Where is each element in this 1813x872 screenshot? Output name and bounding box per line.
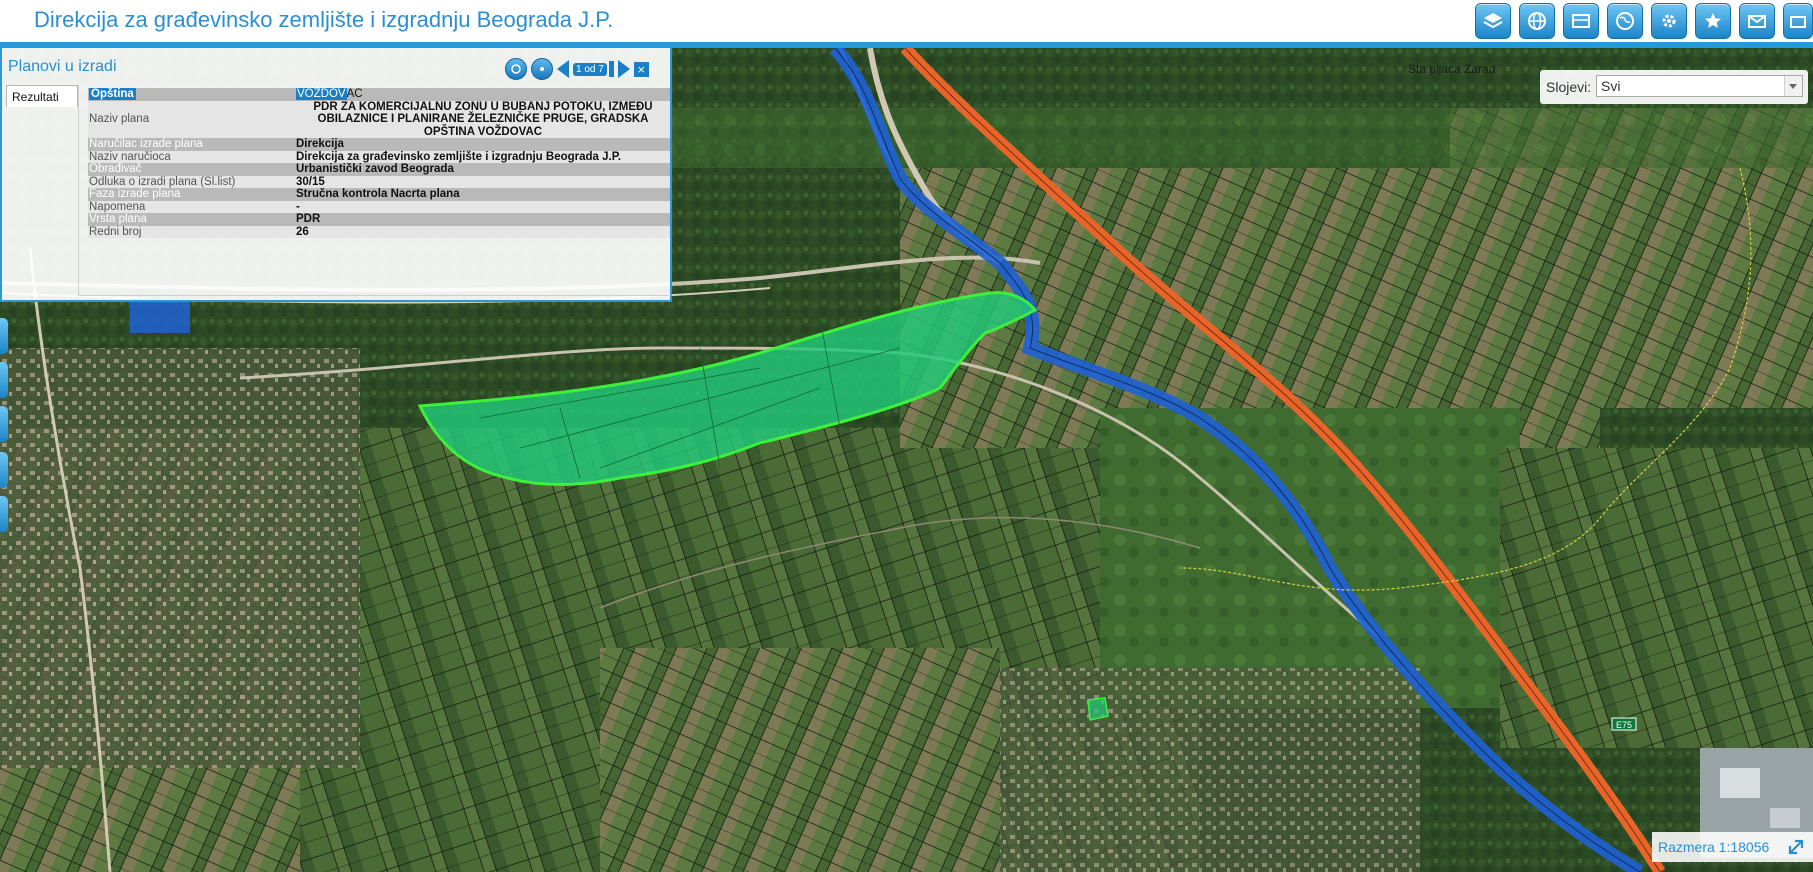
left-tool-tab-5[interactable] [0,496,8,532]
main-toolbar [1475,3,1813,39]
map-sheet-button[interactable] [1563,3,1599,39]
expand-icon[interactable] [1787,838,1805,856]
pager-separator [608,61,614,77]
layers-control: Slojevi: Svi [1540,70,1808,104]
scale-text: Razmera 1:18056 [1658,839,1770,855]
close-panel-button[interactable]: × [633,61,649,77]
tools-button[interactable] [1651,3,1687,39]
mail-icon [1748,15,1766,28]
left-tool-tab-1[interactable] [0,318,8,354]
left-tool-tab-3[interactable] [0,406,8,442]
attr-key-faza: Faza izrade plana [89,188,181,200]
chevron-down-icon[interactable] [1784,76,1802,96]
app-title: Direkcija za građevinsko zemljište i izg… [34,7,614,32]
next-result-arrow-icon[interactable] [617,60,630,78]
attr-key-redni-broj: Redni broj [89,225,142,238]
layers-selected-value: Svi [1601,78,1621,94]
table-row: Naziv naručioca Direkcija za građevinsko… [88,150,670,163]
left-tool-tab-4[interactable] [0,452,8,488]
attr-value-opstina-rest: AC [346,88,363,100]
table-row: Odluka o izradi plana (Sl.list) 30/15 [88,175,670,188]
attr-key-vrsta-plana: Vrsta plana [89,213,147,225]
globe-button[interactable] [1519,3,1555,39]
attr-value-vrsta-plana: PDR [296,213,321,225]
attr-key-napomena: Napomena [89,200,146,213]
panel-title: Planovi u izradi [8,58,117,75]
tools-icon [1662,14,1676,28]
attr-key-obradjivac: Obrađivač [89,163,142,175]
layers-button[interactable] [1475,3,1511,39]
star-icon [1705,13,1721,28]
pan-icon [540,67,544,71]
table-row: Naziv plana PDR ZA KOMERCIJALNU ZONU U B… [88,100,670,138]
map-place-label: Sta pijaca Zarad [1408,62,1496,76]
pan-to-button[interactable] [531,58,553,80]
table-row: Napomena - [88,200,670,213]
world-button[interactable] [1607,3,1643,39]
attr-value-faza: Stručna kontrola Nacrta plana [296,188,460,200]
attr-key-naziv-narucioca: Naziv naručioca [89,150,171,163]
attr-value-napomena: - [296,200,300,213]
attr-value-redni-broj: 26 [296,225,309,238]
attr-key-opstina: Opština [89,88,136,100]
app-header: Direkcija za građevinsko zemljište i izg… [0,0,1813,48]
table-row: Opština VOŽDOVAC [88,88,670,101]
attr-value-naziv-narucioca: Direkcija za građevinsko zemljište i izg… [296,150,622,163]
more-icon [1790,16,1806,28]
zoom-to-button[interactable] [505,58,527,80]
plans-panel: Planovi u izradi 1 od 7 × Rezultati Opšt… [0,48,672,302]
result-pager: 1 od 7 × [505,58,649,80]
attr-value-naziv-plana: PDR ZA KOMERCIJALNU ZONU U BUBANJ POTOKU… [313,100,653,138]
layers-icon [1483,13,1503,29]
mail-button[interactable] [1739,3,1775,39]
table-row: Naručilac izrade plana Direkcija [88,138,670,151]
attr-value-narucilac: Direkcija [296,138,344,150]
globe-icon [1528,12,1546,30]
table-row: Obrađivač Urbanistički zavod Beograda [88,163,670,176]
attr-key-narucilac: Naručilac izrade plana [89,138,203,150]
plan-attributes-table: Opština VOŽDOVAC Naziv plana PDR ZA KOME… [88,88,670,238]
favorites-button[interactable] [1695,3,1731,39]
more-button[interactable] [1783,3,1813,39]
table-row: Faza izrade plana Stručna kontrola Nacrt… [88,188,670,201]
attr-value-odluka: 30/15 [296,175,325,188]
attr-value-obradjivac: Urbanistički zavod Beograda [296,163,454,175]
table-row: Redni broj 26 [88,225,670,238]
attr-key-odluka: Odluka o izradi plana (Sl.list) [89,175,236,188]
left-tool-tab-2[interactable] [0,362,8,398]
attr-value-opstina-highlight: VOŽDOV [296,88,347,100]
zoom-icon [511,64,521,74]
layers-label: Slojevi: [1546,79,1592,95]
table-row: Vrsta plana PDR [88,213,670,226]
world-icon [1616,12,1634,30]
page-indicator: 1 od 7 [573,62,607,76]
road-sign-label: E75 [1616,720,1632,730]
attr-key-naziv-plana: Naziv plana [89,113,150,125]
previous-result-arrow-icon[interactable] [557,60,569,78]
tab-rezultati[interactable]: Rezultati [6,85,78,107]
map-sheet-icon [1572,14,1590,28]
scale-box: Razmera 1:18056 [1652,832,1813,862]
layers-select[interactable]: Svi [1596,75,1803,97]
